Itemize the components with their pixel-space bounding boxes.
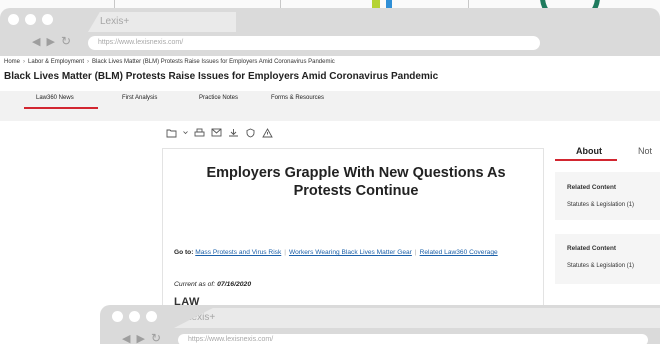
browser-chrome: Lexis+ ◀ ▶ ↻ https://www.lexisnexis.com/ bbox=[0, 8, 660, 56]
alert-icon[interactable] bbox=[262, 127, 273, 138]
sidebar-active-indicator bbox=[555, 159, 617, 161]
folder-icon[interactable] bbox=[166, 127, 177, 138]
url-text: https://www.lexisnexis.com/ bbox=[98, 39, 184, 46]
reload-icon[interactable]: ↻ bbox=[151, 331, 161, 344]
email-icon[interactable] bbox=[211, 127, 222, 138]
download-icon[interactable] bbox=[228, 127, 239, 138]
maximize-window-button[interactable] bbox=[146, 311, 157, 322]
goto-link-related-coverage[interactable]: Related Law360 Coverage bbox=[420, 249, 498, 256]
breadcrumb-category[interactable]: Labor & Employment bbox=[28, 59, 84, 65]
related-content-heading: Related Content bbox=[567, 184, 616, 191]
page-title: Black Lives Matter (BLM) Protests Raise … bbox=[4, 71, 439, 82]
minimize-window-button[interactable] bbox=[25, 14, 36, 25]
active-tab-indicator bbox=[24, 107, 98, 109]
print-icon[interactable] bbox=[194, 127, 205, 138]
browser-tab[interactable]: Lexis+ bbox=[88, 12, 236, 32]
related-content-item[interactable]: Statutes & Legislation (1) bbox=[567, 202, 634, 208]
browser-tab-label: Lexis+ bbox=[100, 16, 130, 27]
breadcrumb-current: Black Lives Matter (BLM) Protests Raise … bbox=[92, 59, 335, 65]
tab-notes[interactable]: Not bbox=[638, 146, 652, 156]
back-arrow-icon[interactable]: ◀ bbox=[32, 35, 40, 48]
second-browser-window: Lexis+ ◀ ▶ ↻ https://www.lexisnexis.com/ bbox=[100, 305, 660, 344]
breadcrumb-home[interactable]: Home bbox=[4, 59, 20, 65]
tabs-band bbox=[0, 91, 660, 121]
window-controls bbox=[112, 311, 157, 322]
current-date: 07/16/2020 bbox=[217, 281, 252, 288]
goto-label: Go to: bbox=[174, 249, 194, 256]
nav-controls: ◀ ▶ ↻ bbox=[122, 331, 161, 344]
related-content-panel bbox=[555, 172, 660, 220]
address-bar[interactable]: https://www.lexisnexis.com/ bbox=[88, 36, 540, 50]
article-title: Employers Grapple With New Questions As … bbox=[206, 165, 506, 199]
goto-link-blm-gear[interactable]: Workers Wearing Black Lives Matter Gear bbox=[289, 249, 412, 256]
shield-icon[interactable] bbox=[245, 127, 256, 138]
breadcrumb: Home › Labor & Employment › Black Lives Matt… bbox=[4, 59, 335, 65]
related-content-heading: Related Content bbox=[567, 245, 616, 252]
tab-law360-news[interactable]: Law360 News bbox=[36, 95, 74, 101]
chevron-down-icon[interactable] bbox=[183, 127, 188, 138]
browser-tab[interactable]: Lexis+ bbox=[174, 308, 660, 328]
current-as-of: Current as of: 07/16/2020 bbox=[174, 281, 251, 288]
maximize-window-button[interactable] bbox=[42, 14, 53, 25]
url-text: https://www.lexisnexis.com/ bbox=[188, 336, 274, 343]
close-window-button[interactable] bbox=[8, 14, 19, 25]
forward-arrow-icon[interactable]: ▶ bbox=[136, 332, 144, 344]
reload-icon[interactable]: ↻ bbox=[61, 34, 71, 48]
goto-links: Go to: Mass Protests and Virus Risk | Work… bbox=[174, 249, 498, 256]
tab-practice-notes[interactable]: Practice Notes bbox=[199, 95, 238, 101]
tab-first-analysis[interactable]: First Analysis bbox=[122, 95, 157, 101]
tab-about[interactable]: About bbox=[576, 146, 602, 156]
nav-controls: ◀ ▶ ↻ bbox=[32, 34, 71, 48]
current-label: Current as of: bbox=[174, 281, 216, 288]
address-bar[interactable]: https://www.lexisnexis.com/ bbox=[178, 334, 648, 344]
window-controls bbox=[8, 14, 53, 25]
browser-tab-label: Lexis+ bbox=[186, 312, 216, 323]
minimize-window-button[interactable] bbox=[129, 311, 140, 322]
goto-link-mass-protests[interactable]: Mass Protests and Virus Risk bbox=[195, 249, 281, 256]
document-toolbar bbox=[166, 127, 273, 138]
forward-arrow-icon[interactable]: ▶ bbox=[46, 35, 54, 48]
related-content-panel bbox=[555, 234, 660, 284]
back-arrow-icon[interactable]: ◀ bbox=[122, 332, 130, 344]
close-window-button[interactable] bbox=[112, 311, 123, 322]
related-content-item[interactable]: Statutes & Legislation (1) bbox=[567, 263, 634, 269]
tab-forms-resources[interactable]: Forms & Resources bbox=[271, 95, 324, 101]
